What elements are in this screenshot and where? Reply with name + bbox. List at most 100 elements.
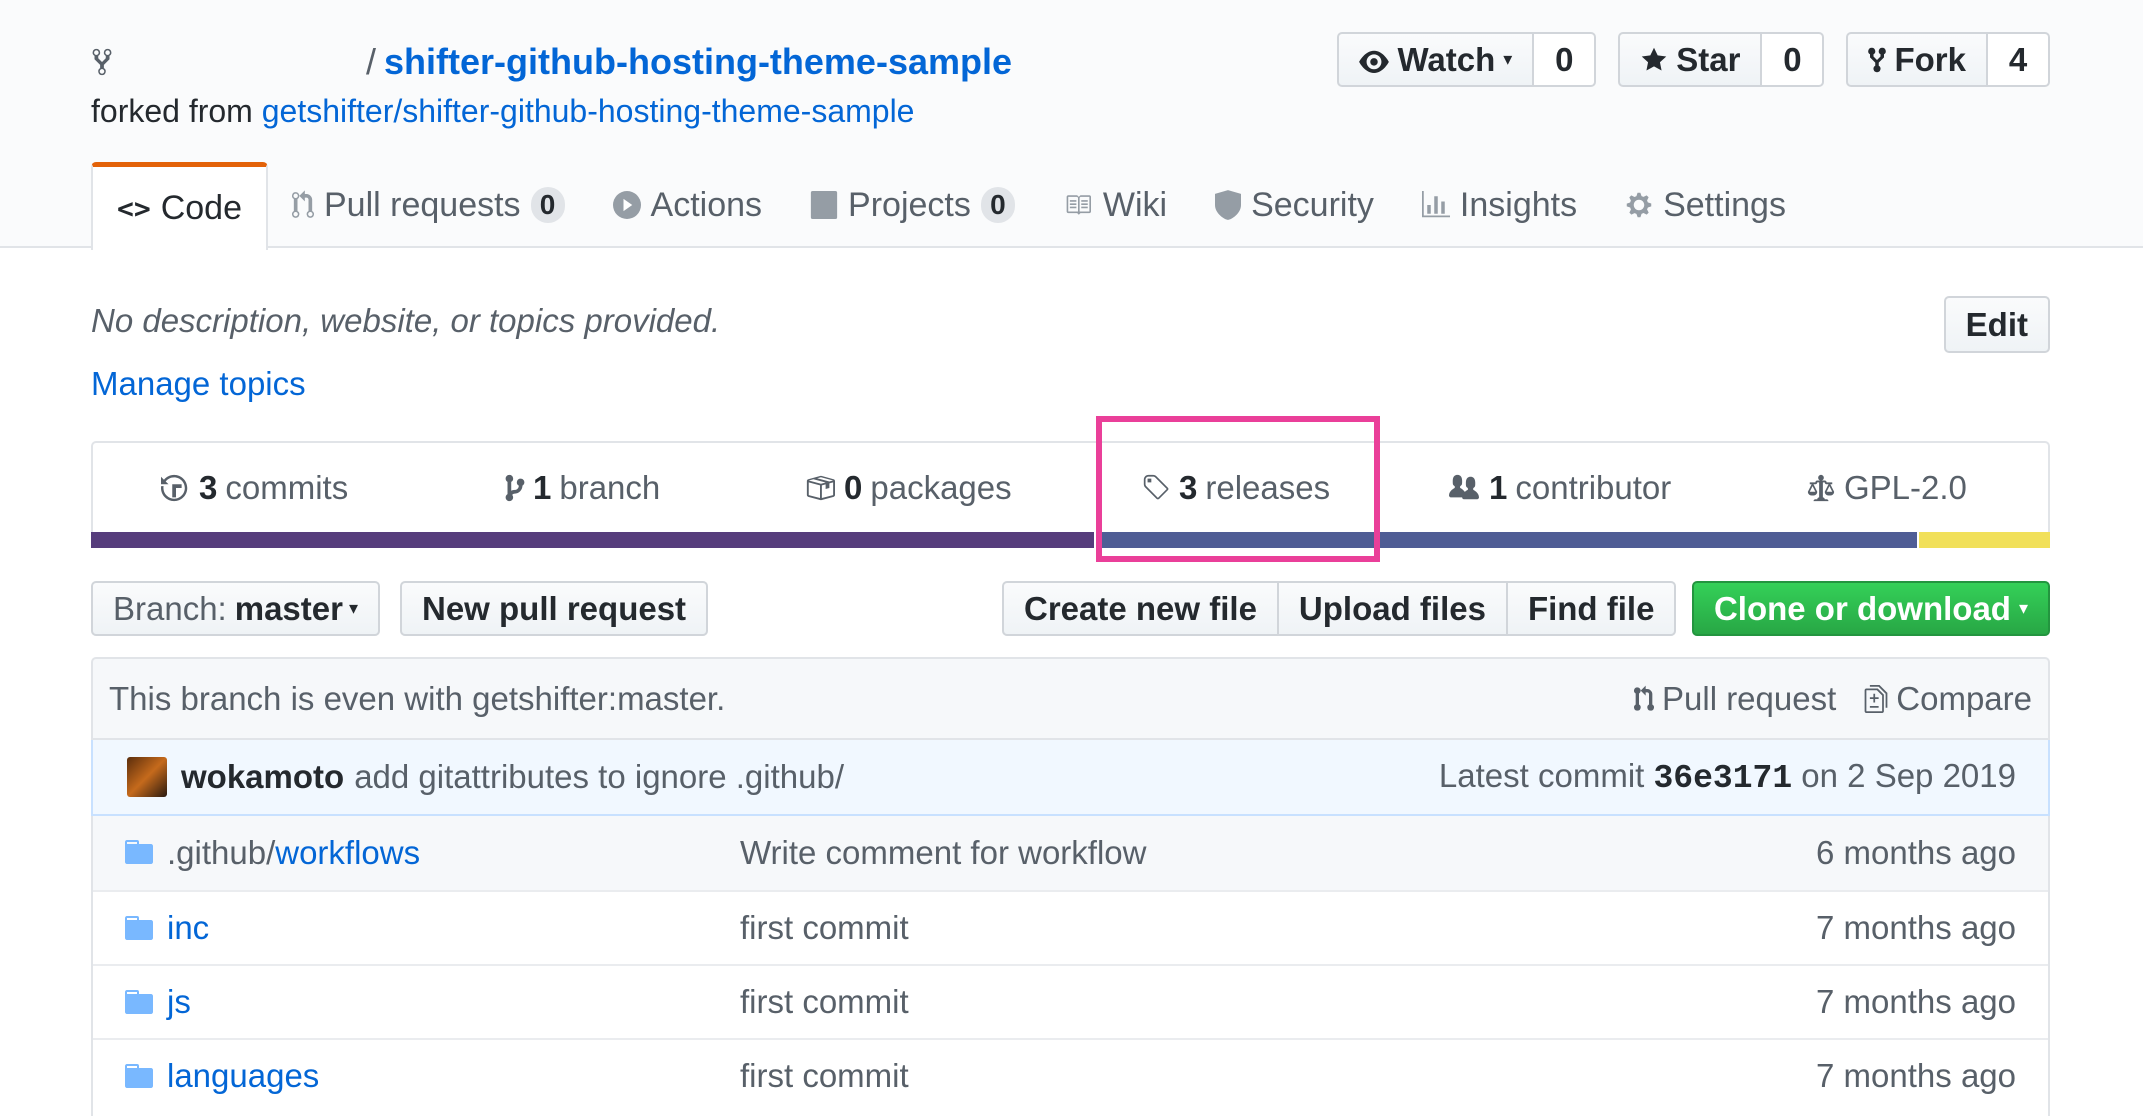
project-icon — [810, 191, 838, 219]
branch-select-button[interactable]: Branch: master ▾ — [91, 581, 381, 636]
branch-name: master — [234, 589, 343, 627]
file-commit-message[interactable]: first commit — [740, 1057, 909, 1095]
file-age: 7 months ago — [1816, 1057, 2016, 1094]
file-name-link[interactable]: languages — [167, 1057, 319, 1095]
star-count[interactable]: 0 — [1762, 32, 1825, 87]
repo-title: / shifter-github-hosting-theme-sample — [88, 40, 1012, 84]
tab-insights-label: Insights — [1459, 185, 1578, 224]
clone-label: Clone or download — [1713, 589, 2011, 627]
tab-security-label: Security — [1251, 185, 1374, 224]
file-name-link[interactable]: .github/workflows — [167, 834, 420, 872]
compare-link[interactable]: Compare — [1864, 680, 2032, 718]
branch-summary[interactable]: 1 branch — [505, 443, 660, 532]
play-icon — [612, 191, 641, 219]
star-icon — [1642, 47, 1667, 70]
watch-button[interactable]: Watch ▾ — [1337, 32, 1535, 87]
tab-pull-requests[interactable]: Pull requests 0 — [268, 162, 589, 248]
watch-label: Watch — [1397, 40, 1496, 78]
file-actions-group: Create new file Upload files Find file — [1002, 581, 1677, 636]
file-commit-message[interactable]: first commit — [740, 983, 909, 1021]
releases-highlight-box — [1096, 416, 1380, 562]
git-pull-request-icon — [292, 190, 314, 218]
code-icon: <> — [117, 192, 151, 225]
branch-label: branch — [559, 468, 661, 506]
file-row[interactable]: js first commit 7 months ago — [93, 964, 2048, 1038]
history-icon — [161, 474, 188, 501]
latest-commit-prefix: Latest commit — [1438, 757, 1645, 794]
packages-summary[interactable]: 0 packages — [804, 443, 1012, 532]
people-icon — [1449, 474, 1479, 499]
commit-sha-link[interactable]: 36e3171 — [1654, 760, 1793, 797]
language-bar[interactable] — [91, 532, 2050, 548]
file-row[interactable]: languages first commit 7 months ago — [93, 1038, 2048, 1112]
fork-button[interactable]: Fork — [1846, 32, 1988, 87]
watch-count[interactable]: 0 — [1534, 32, 1597, 87]
numbers-summary: 3 commits 1 branch 0 packages 3 releases… — [91, 441, 2050, 548]
package-icon — [806, 475, 835, 500]
tab-code-label: Code — [160, 189, 242, 227]
repo-forked-icon — [92, 48, 112, 76]
latest-commit-bar: wokamoto add gitattributes to ignore .gi… — [91, 740, 2050, 816]
file-commit-message[interactable]: Write comment for workflow — [740, 834, 1146, 872]
tab-actions[interactable]: Actions — [589, 162, 787, 248]
create-new-file-button[interactable]: Create new file — [1002, 581, 1279, 636]
forked-from-prefix: forked from — [91, 93, 253, 129]
file-row[interactable]: inc first commit 7 months ago — [93, 890, 2048, 964]
commit-message-link[interactable]: add gitattributes to ignore .github/ — [354, 758, 844, 796]
file-name-link[interactable]: js — [167, 983, 191, 1021]
tab-projects[interactable]: Projects 0 — [786, 162, 1039, 248]
manage-topics-link[interactable]: Manage topics — [91, 365, 306, 403]
edit-description-button[interactable]: Edit — [1943, 296, 2050, 353]
clone-or-download-button[interactable]: Clone or download ▾ — [1691, 581, 2050, 636]
file-name: workflows — [275, 834, 421, 871]
contributors-summary[interactable]: 1 contributor — [1447, 443, 1671, 532]
folder-icon — [125, 916, 153, 940]
caret-down-icon: ▾ — [1503, 49, 1513, 69]
star-label: Star — [1676, 40, 1741, 78]
branch-infobar: This branch is even with getshifter:mast… — [91, 657, 2050, 740]
packages-count: 0 — [844, 468, 863, 506]
pull-request-link[interactable]: Pull request — [1634, 680, 1836, 718]
new-pull-request-button[interactable]: New pull request — [400, 581, 709, 636]
tab-wiki[interactable]: Wiki — [1039, 162, 1191, 248]
avatar[interactable] — [127, 757, 167, 797]
watch-group: Watch ▾ 0 — [1337, 32, 1597, 87]
file-name-link[interactable]: inc — [167, 909, 209, 947]
file-age: 6 months ago — [1816, 834, 2016, 871]
file-age: 7 months ago — [1816, 983, 2016, 1020]
pull-request-label: Pull request — [1662, 679, 1837, 717]
file-path-prefix: .github/ — [167, 834, 276, 871]
language-segment[interactable] — [1916, 532, 2050, 548]
branch-actions: Pull request Compare — [1634, 680, 2032, 718]
repo-name-link[interactable]: shifter-github-hosting-theme-sample — [384, 41, 1012, 83]
license-summary[interactable]: GPL-2.0 — [1806, 443, 1967, 532]
forked-from-link[interactable]: getshifter/shifter-github-hosting-theme-… — [262, 93, 915, 129]
commit-author-link[interactable]: wokamoto — [181, 758, 344, 796]
folder-icon — [125, 990, 153, 1014]
file-age: 7 months ago — [1816, 909, 2016, 946]
tab-wiki-label: Wiki — [1102, 185, 1168, 224]
graph-icon — [1421, 191, 1450, 218]
file-commit-message[interactable]: first commit — [740, 909, 909, 947]
upload-files-button[interactable]: Upload files — [1276, 581, 1508, 636]
tab-actions-label: Actions — [650, 185, 763, 224]
caret-down-icon: ▾ — [2018, 598, 2028, 618]
tab-insights[interactable]: Insights — [1398, 162, 1601, 248]
diff-icon — [1864, 684, 1888, 713]
tab-code[interactable]: <> Code — [91, 162, 268, 250]
tab-security[interactable]: Security — [1191, 162, 1398, 248]
find-file-button[interactable]: Find file — [1505, 581, 1677, 636]
file-row[interactable]: .github/workflows Write comment for work… — [93, 816, 2048, 890]
shield-icon — [1215, 190, 1242, 220]
git-pull-request-icon — [1634, 685, 1654, 711]
language-segment[interactable] — [91, 532, 1094, 548]
compare-label: Compare — [1896, 679, 2032, 717]
star-button[interactable]: Star — [1618, 32, 1763, 87]
commits-summary[interactable]: 3 commits — [161, 443, 348, 532]
branch-count: 1 — [533, 468, 552, 506]
commits-count: 3 — [199, 468, 218, 506]
caret-down-icon: ▾ — [348, 598, 359, 618]
fork-count[interactable]: 4 — [1988, 32, 2050, 87]
pull-requests-counter: 0 — [530, 187, 565, 223]
tab-settings[interactable]: Settings — [1601, 162, 1810, 248]
